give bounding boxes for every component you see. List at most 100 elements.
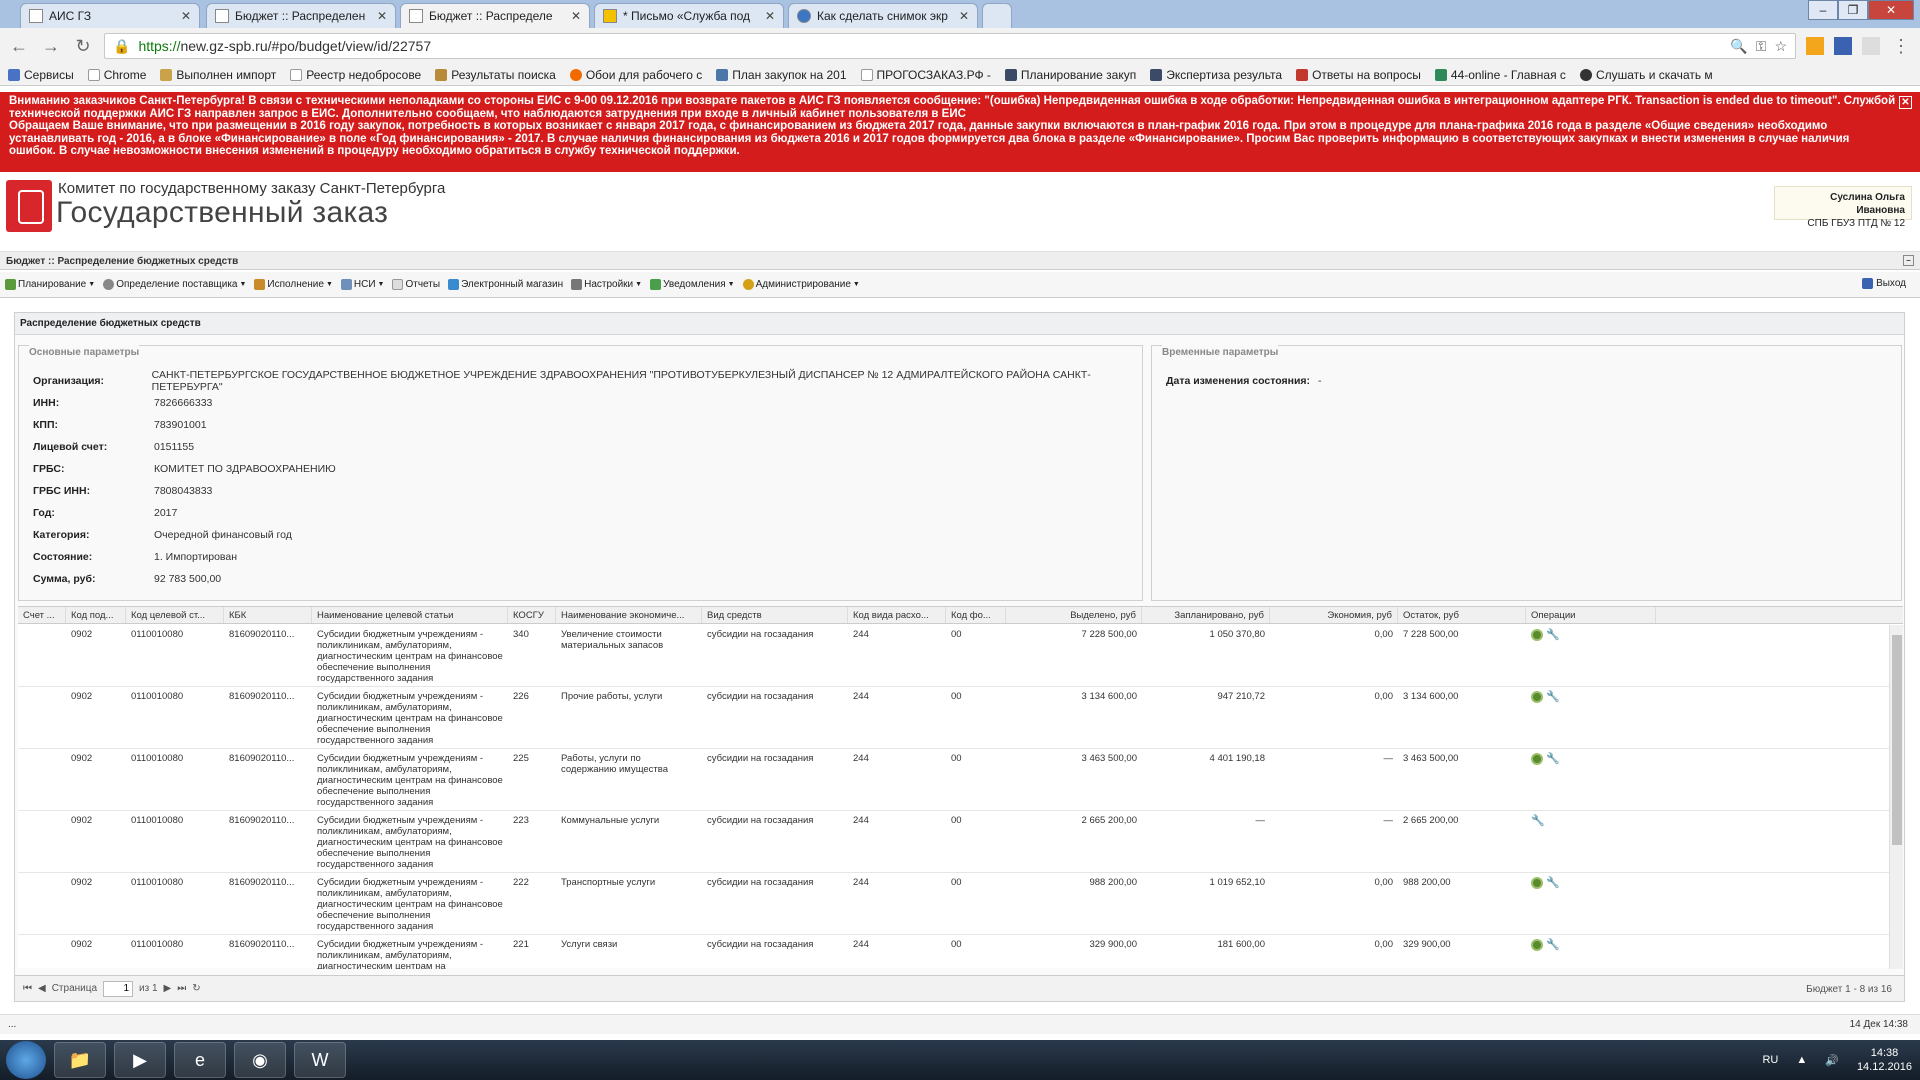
language-indicator[interactable]: RU [1762, 1054, 1778, 1066]
close-tab-icon[interactable]: ✕ [181, 9, 191, 23]
col-header[interactable]: Операции [1526, 607, 1656, 623]
close-tab-icon[interactable]: ✕ [765, 9, 775, 23]
new-tab-button[interactable] [982, 3, 1012, 28]
extension-icon-2[interactable] [1862, 37, 1880, 55]
last-page-icon[interactable]: ⏭ [177, 983, 186, 994]
exit-button[interactable]: Выход [1862, 278, 1906, 289]
col-header[interactable]: Наименование экономиче... [556, 607, 702, 623]
bookmark-item[interactable]: Экспертиза результа [1150, 68, 1282, 82]
word-icon[interactable]: W [294, 1042, 346, 1078]
collapse-icon[interactable]: – [1903, 255, 1914, 266]
menu-admin[interactable]: Администрирование ▼ [742, 279, 860, 290]
col-header[interactable]: Наименование целевой статьи [312, 607, 508, 623]
menu-settings[interactable]: Настройки ▼ [571, 279, 642, 290]
col-header[interactable]: Код фо... [946, 607, 1006, 623]
col-header[interactable]: Код под... [66, 607, 126, 623]
settings-gear-icon[interactable] [1531, 877, 1543, 889]
clock[interactable]: 14:38 14.12.2016 [1857, 1046, 1912, 1074]
close-tab-icon[interactable]: ✕ [377, 9, 387, 23]
bookmark-item[interactable]: Сервисы [8, 68, 74, 82]
refresh-icon[interactable]: ↻ [192, 983, 200, 994]
col-header[interactable]: Код вида расхо... [848, 607, 946, 623]
bookmark-item[interactable]: Реестр недобросове [290, 68, 421, 82]
tab-ais-gz[interactable]: АИС ГЗ ✕ [20, 3, 200, 28]
menu-notifications[interactable]: Уведомления ▼ [650, 279, 735, 290]
table-row[interactable]: 0902 0110010080 81609020110... Субсидии бюд… [18, 935, 1889, 969]
bookmark-item[interactable]: План закупок на 201 [716, 68, 847, 82]
bookmark-item[interactable]: Обои для рабочего с [569, 68, 702, 82]
bookmark-item[interactable]: Результаты поиска [435, 68, 556, 82]
extension-icon[interactable] [1806, 37, 1824, 55]
forward-icon[interactable]: → [40, 36, 62, 57]
table-row[interactable]: 0902 0110010080 81609020110... Субсидии бюд… [18, 625, 1889, 687]
bookmark-item[interactable]: Планирование закуп [1004, 68, 1136, 82]
edit-wrench-icon[interactable]: 🔧 [1546, 939, 1560, 951]
settings-gear-icon[interactable] [1531, 753, 1543, 765]
edit-wrench-icon[interactable]: 🔧 [1546, 877, 1560, 889]
bookmark-item[interactable]: ПРОГОСЗАКАЗ.РФ - [860, 68, 991, 82]
url-bar[interactable]: 🔒 https://new.gz-spb.ru/#po/budget/view/… [104, 33, 1796, 59]
edit-wrench-icon[interactable]: 🔧 [1546, 753, 1560, 765]
close-window-icon[interactable]: ✕ [1868, 0, 1914, 20]
translate-icon[interactable] [1834, 37, 1852, 55]
media-player-icon[interactable]: ▶ [114, 1042, 166, 1078]
col-header[interactable]: Выделено, руб [1006, 607, 1142, 623]
prev-page-icon[interactable]: ◀ [38, 983, 46, 994]
menu-nsi[interactable]: НСИ ▼ [340, 279, 384, 290]
zoom-icon[interactable]: 🔍 [1730, 38, 1747, 55]
reload-icon[interactable]: ↻ [72, 36, 94, 57]
menu-supplier[interactable]: Определение поставщика ▼ [103, 279, 246, 290]
menu-execution[interactable]: Исполнение ▼ [254, 279, 333, 290]
bookmark-item[interactable]: Слушать и скачать м [1579, 68, 1713, 82]
edit-wrench-icon[interactable]: 🔧 [1531, 815, 1545, 827]
col-header[interactable]: Остаток, руб [1398, 607, 1526, 623]
table-row[interactable]: 0902 0110010080 81609020110... Субсидии бюд… [18, 687, 1889, 749]
menu-eshop[interactable]: Электронный магазин [448, 279, 563, 290]
tab-screenshot[interactable]: Как сделать снимок экр ✕ [788, 3, 978, 28]
table-row[interactable]: 0902 0110010080 81609020110... Субсидии бюд… [18, 749, 1889, 811]
scroll-thumb[interactable] [1892, 635, 1902, 845]
menu-planning[interactable]: Планирование ▼ [5, 279, 95, 290]
menu-reports[interactable]: Отчеты [392, 279, 440, 290]
settings-gear-icon[interactable] [1531, 691, 1543, 703]
key-icon[interactable]: ⚿ [1756, 38, 1767, 55]
start-button[interactable] [6, 1041, 46, 1079]
bookmark-item[interactable]: Выполнен импорт [160, 68, 276, 82]
first-page-icon[interactable]: ⏮ [23, 983, 32, 994]
maximize-icon[interactable]: ❐ [1838, 0, 1868, 20]
col-header[interactable]: Запланировано, руб [1142, 607, 1270, 623]
bookmark-item[interactable]: Chrome [87, 68, 146, 82]
table-row[interactable]: 0902 0110010080 81609020110... Субсидии бюд… [18, 811, 1889, 873]
tab-budget-2[interactable]: Бюджет :: Распределе ✕ [400, 3, 590, 28]
grid-scrollbar[interactable] [1889, 625, 1903, 969]
chrome-icon[interactable]: ◉ [234, 1042, 286, 1078]
volume-icon[interactable]: 🔊 [1825, 1054, 1839, 1067]
minimize-icon[interactable]: – [1808, 0, 1838, 20]
col-header[interactable]: Счет ... [18, 607, 66, 623]
back-icon[interactable]: ← [8, 36, 30, 57]
col-header[interactable]: Экономия, руб [1270, 607, 1398, 623]
settings-gear-icon[interactable] [1531, 629, 1543, 641]
close-tab-icon[interactable]: ✕ [571, 9, 581, 23]
col-header[interactable]: Вид средств [702, 607, 848, 623]
next-page-icon[interactable]: ▶ [164, 983, 172, 994]
col-header[interactable]: Код целевой ст... [126, 607, 224, 623]
tray-arrow-icon[interactable]: ▲ [1796, 1054, 1807, 1066]
user-info[interactable]: Суслина Ольга Ивановна СПБ ГБУЗ ПТД № 12 [1774, 186, 1912, 229]
close-alert-icon[interactable]: ✕ [1899, 96, 1912, 109]
bookmark-item[interactable]: Ответы на вопросы [1296, 68, 1421, 82]
table-row[interactable]: 0902 0110010080 81609020110... Субсидии бюд… [18, 873, 1889, 935]
col-header[interactable]: КБК [224, 607, 312, 623]
close-tab-icon[interactable]: ✕ [959, 9, 969, 23]
chrome-menu-icon[interactable]: ⋮ [1890, 36, 1912, 57]
tab-mail[interactable]: * Письмо «Служба под ✕ [594, 3, 784, 28]
star-icon[interactable]: ☆ [1774, 38, 1787, 55]
edit-wrench-icon[interactable]: 🔧 [1546, 629, 1560, 641]
edit-wrench-icon[interactable]: 🔧 [1546, 691, 1560, 703]
ie-icon[interactable]: e [174, 1042, 226, 1078]
bookmark-item[interactable]: 44-online - Главная с [1434, 68, 1566, 82]
page-number-input[interactable] [103, 980, 134, 997]
tab-budget-1[interactable]: Бюджет :: Распределен ✕ [206, 3, 396, 28]
explorer-icon[interactable]: 📁 [54, 1042, 106, 1078]
col-header[interactable]: КОСГУ [508, 607, 556, 623]
